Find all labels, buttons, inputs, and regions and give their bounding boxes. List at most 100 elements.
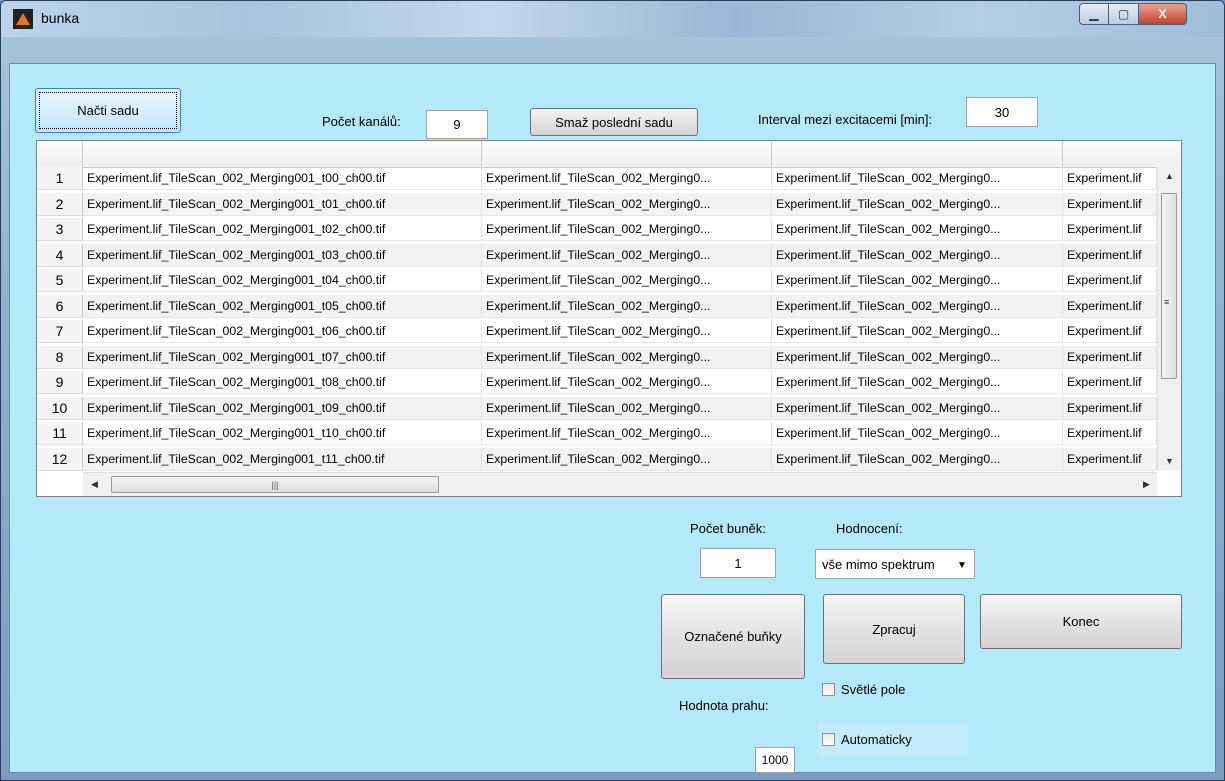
scroll-down-icon[interactable]: ▼	[1165, 456, 1174, 466]
horizontal-scroll-thumb[interactable]: |||	[111, 476, 439, 493]
row-number[interactable]: 6	[37, 294, 83, 318]
cell-col-2[interactable]: Experiment.lif_TileScan_002_Merging0...	[482, 422, 772, 445]
cell-col-3[interactable]: Experiment.lif_TileScan_002_Merging0...	[772, 371, 1063, 394]
cell-col-4[interactable]: Experiment.lif	[1063, 167, 1157, 190]
cell-col-4[interactable]: Experiment.lif	[1063, 218, 1157, 241]
cell-col-2[interactable]: Experiment.lif_TileScan_002_Merging0...	[482, 192, 772, 216]
checkbox-box[interactable]	[822, 682, 835, 696]
cell-col-1[interactable]: Experiment.lif_TileScan_002_Merging001_t…	[83, 371, 482, 394]
cell-col-1[interactable]: Experiment.lif_TileScan_002_Merging001_t…	[83, 243, 482, 267]
delete-last-set-button[interactable]: Smaž poslední sadu	[530, 108, 698, 136]
process-button[interactable]: Zpracuj	[823, 594, 965, 664]
row-number[interactable]: 10	[37, 396, 83, 420]
cell-col-4[interactable]: Experiment.lif	[1063, 345, 1157, 369]
cell-col-1[interactable]: Experiment.lif_TileScan_002_Merging001_t…	[83, 320, 482, 343]
chevron-down-icon[interactable]: ▼	[952, 552, 972, 578]
cell-col-3[interactable]: Experiment.lif_TileScan_002_Merging0...	[772, 320, 1063, 343]
cell-col-4[interactable]: Experiment.lif	[1063, 396, 1157, 420]
rating-label: Hodnocení:	[836, 521, 903, 536]
cell-col-3[interactable]: Experiment.lif_TileScan_002_Merging0...	[772, 269, 1063, 292]
table-row: 3 Experiment.lif_TileScan_002_Merging001_…	[37, 218, 1157, 241]
cell-col-3[interactable]: Experiment.lif_TileScan_002_Merging0...	[772, 422, 1063, 445]
cell-col-2[interactable]: Experiment.lif_TileScan_002_Merging0...	[482, 167, 772, 190]
load-set-button[interactable]: Načti sadu	[35, 88, 181, 133]
column-header-3[interactable]	[772, 141, 1063, 167]
cell-col-1[interactable]: Experiment.lif_TileScan_002_Merging001_t…	[83, 167, 482, 190]
cell-col-3[interactable]: Experiment.lif_TileScan_002_Merging0...	[772, 218, 1063, 241]
row-number[interactable]: 7	[37, 320, 83, 343]
column-header-4[interactable]	[1063, 141, 1157, 167]
cell-col-2[interactable]: Experiment.lif_TileScan_002_Merging0...	[482, 371, 772, 394]
cell-col-3[interactable]: Experiment.lif_TileScan_002_Merging0...	[772, 192, 1063, 216]
title-bar[interactable]: bunka ▁ ▢ X	[1, 1, 1224, 37]
scroll-left-icon[interactable]: ◀	[91, 479, 98, 490]
cell-col-4[interactable]: Experiment.lif	[1063, 447, 1157, 471]
table-row: 6 Experiment.lif_TileScan_002_Merging001_…	[37, 294, 1157, 318]
cell-col-3[interactable]: Experiment.lif_TileScan_002_Merging0...	[772, 345, 1063, 369]
cell-col-1[interactable]: Experiment.lif_TileScan_002_Merging001_t…	[83, 269, 482, 292]
cell-col-2[interactable]: Experiment.lif_TileScan_002_Merging0...	[482, 447, 772, 471]
row-number[interactable]: 5	[37, 269, 83, 292]
cell-col-1[interactable]: Experiment.lif_TileScan_002_Merging001_t…	[83, 345, 482, 369]
cell-count-label: Počet buněk:	[690, 521, 766, 536]
cell-col-2[interactable]: Experiment.lif_TileScan_002_Merging0...	[482, 218, 772, 241]
rating-dropdown[interactable]: vše mimo spektrum ▼	[815, 549, 975, 579]
marked-cells-button[interactable]: Označené buňky	[661, 594, 805, 679]
row-number[interactable]: 2	[37, 192, 83, 216]
table-row: 11 Experiment.lif_TileScan_002_Merging001…	[37, 422, 1157, 445]
row-number[interactable]: 11	[37, 422, 83, 445]
cell-col-4[interactable]: Experiment.lif	[1063, 371, 1157, 394]
cell-col-3[interactable]: Experiment.lif_TileScan_002_Merging0...	[772, 396, 1063, 420]
column-header-1[interactable]	[83, 141, 482, 167]
close-button[interactable]: X	[1139, 3, 1187, 25]
threshold-input[interactable]: 1000	[755, 747, 795, 773]
column-header-2[interactable]	[482, 141, 772, 167]
cell-col-2[interactable]: Experiment.lif_TileScan_002_Merging0...	[482, 320, 772, 343]
minimize-button[interactable]: ▁	[1079, 3, 1109, 25]
cell-col-3[interactable]: Experiment.lif_TileScan_002_Merging0...	[772, 447, 1063, 471]
cell-col-4[interactable]: Experiment.lif	[1063, 192, 1157, 216]
row-number[interactable]: 12	[37, 447, 83, 471]
cell-col-2[interactable]: Experiment.lif_TileScan_002_Merging0...	[482, 345, 772, 369]
row-number[interactable]: 4	[37, 243, 83, 267]
cell-col-1[interactable]: Experiment.lif_TileScan_002_Merging001_t…	[83, 192, 482, 216]
row-number[interactable]: 9	[37, 371, 83, 394]
cell-col-2[interactable]: Experiment.lif_TileScan_002_Merging0...	[482, 243, 772, 267]
end-button[interactable]: Konec	[980, 594, 1182, 649]
cell-col-4[interactable]: Experiment.lif	[1063, 243, 1157, 267]
channels-input[interactable]: 9	[426, 110, 488, 139]
table-row: 2 Experiment.lif_TileScan_002_Merging001_…	[37, 192, 1157, 216]
scroll-grip-icon: ≡	[1164, 297, 1170, 307]
bright-field-checkbox[interactable]: Světlé pole	[818, 675, 930, 703]
cell-col-4[interactable]: Experiment.lif	[1063, 422, 1157, 445]
cell-col-4[interactable]: Experiment.lif	[1063, 320, 1157, 343]
checkbox-box[interactable]	[822, 733, 835, 746]
cell-col-1[interactable]: Experiment.lif_TileScan_002_Merging001_t…	[83, 422, 482, 445]
cell-col-1[interactable]: Experiment.lif_TileScan_002_Merging001_t…	[83, 294, 482, 318]
cell-col-3[interactable]: Experiment.lif_TileScan_002_Merging0...	[772, 167, 1063, 190]
cell-col-2[interactable]: Experiment.lif_TileScan_002_Merging0...	[482, 294, 772, 318]
cell-col-1[interactable]: Experiment.lif_TileScan_002_Merging001_t…	[83, 396, 482, 420]
automatic-checkbox[interactable]: Automaticky	[818, 723, 968, 756]
row-number[interactable]: 8	[37, 345, 83, 369]
row-number[interactable]: 3	[37, 218, 83, 241]
table-row: 10 Experiment.lif_TileScan_002_Merging001…	[37, 396, 1157, 420]
cell-col-2[interactable]: Experiment.lif_TileScan_002_Merging0...	[482, 396, 772, 420]
maximize-button[interactable]: ▢	[1109, 3, 1139, 25]
cell-col-4[interactable]: Experiment.lif	[1063, 269, 1157, 292]
cell-col-1[interactable]: Experiment.lif_TileScan_002_Merging001_t…	[83, 447, 482, 471]
interval-input[interactable]: 30	[966, 97, 1038, 127]
cell-col-1[interactable]: Experiment.lif_TileScan_002_Merging001_t…	[83, 218, 482, 241]
cell-col-2[interactable]: Experiment.lif_TileScan_002_Merging0...	[482, 269, 772, 292]
cell-count-input[interactable]: 1	[700, 548, 776, 578]
vertical-scrollbar[interactable]: ▲ ≡ ▼	[1157, 167, 1181, 470]
horizontal-scrollbar[interactable]: ◀ ||| ▶	[83, 472, 1157, 496]
row-number[interactable]: 1	[37, 167, 83, 190]
vertical-scroll-thumb[interactable]	[1161, 193, 1177, 379]
table-row: 9 Experiment.lif_TileScan_002_Merging001_…	[37, 371, 1157, 394]
scroll-up-icon[interactable]: ▲	[1165, 171, 1174, 181]
scroll-right-icon[interactable]: ▶	[1143, 479, 1150, 490]
cell-col-4[interactable]: Experiment.lif	[1063, 294, 1157, 318]
cell-col-3[interactable]: Experiment.lif_TileScan_002_Merging0...	[772, 243, 1063, 267]
cell-col-3[interactable]: Experiment.lif_TileScan_002_Merging0...	[772, 294, 1063, 318]
